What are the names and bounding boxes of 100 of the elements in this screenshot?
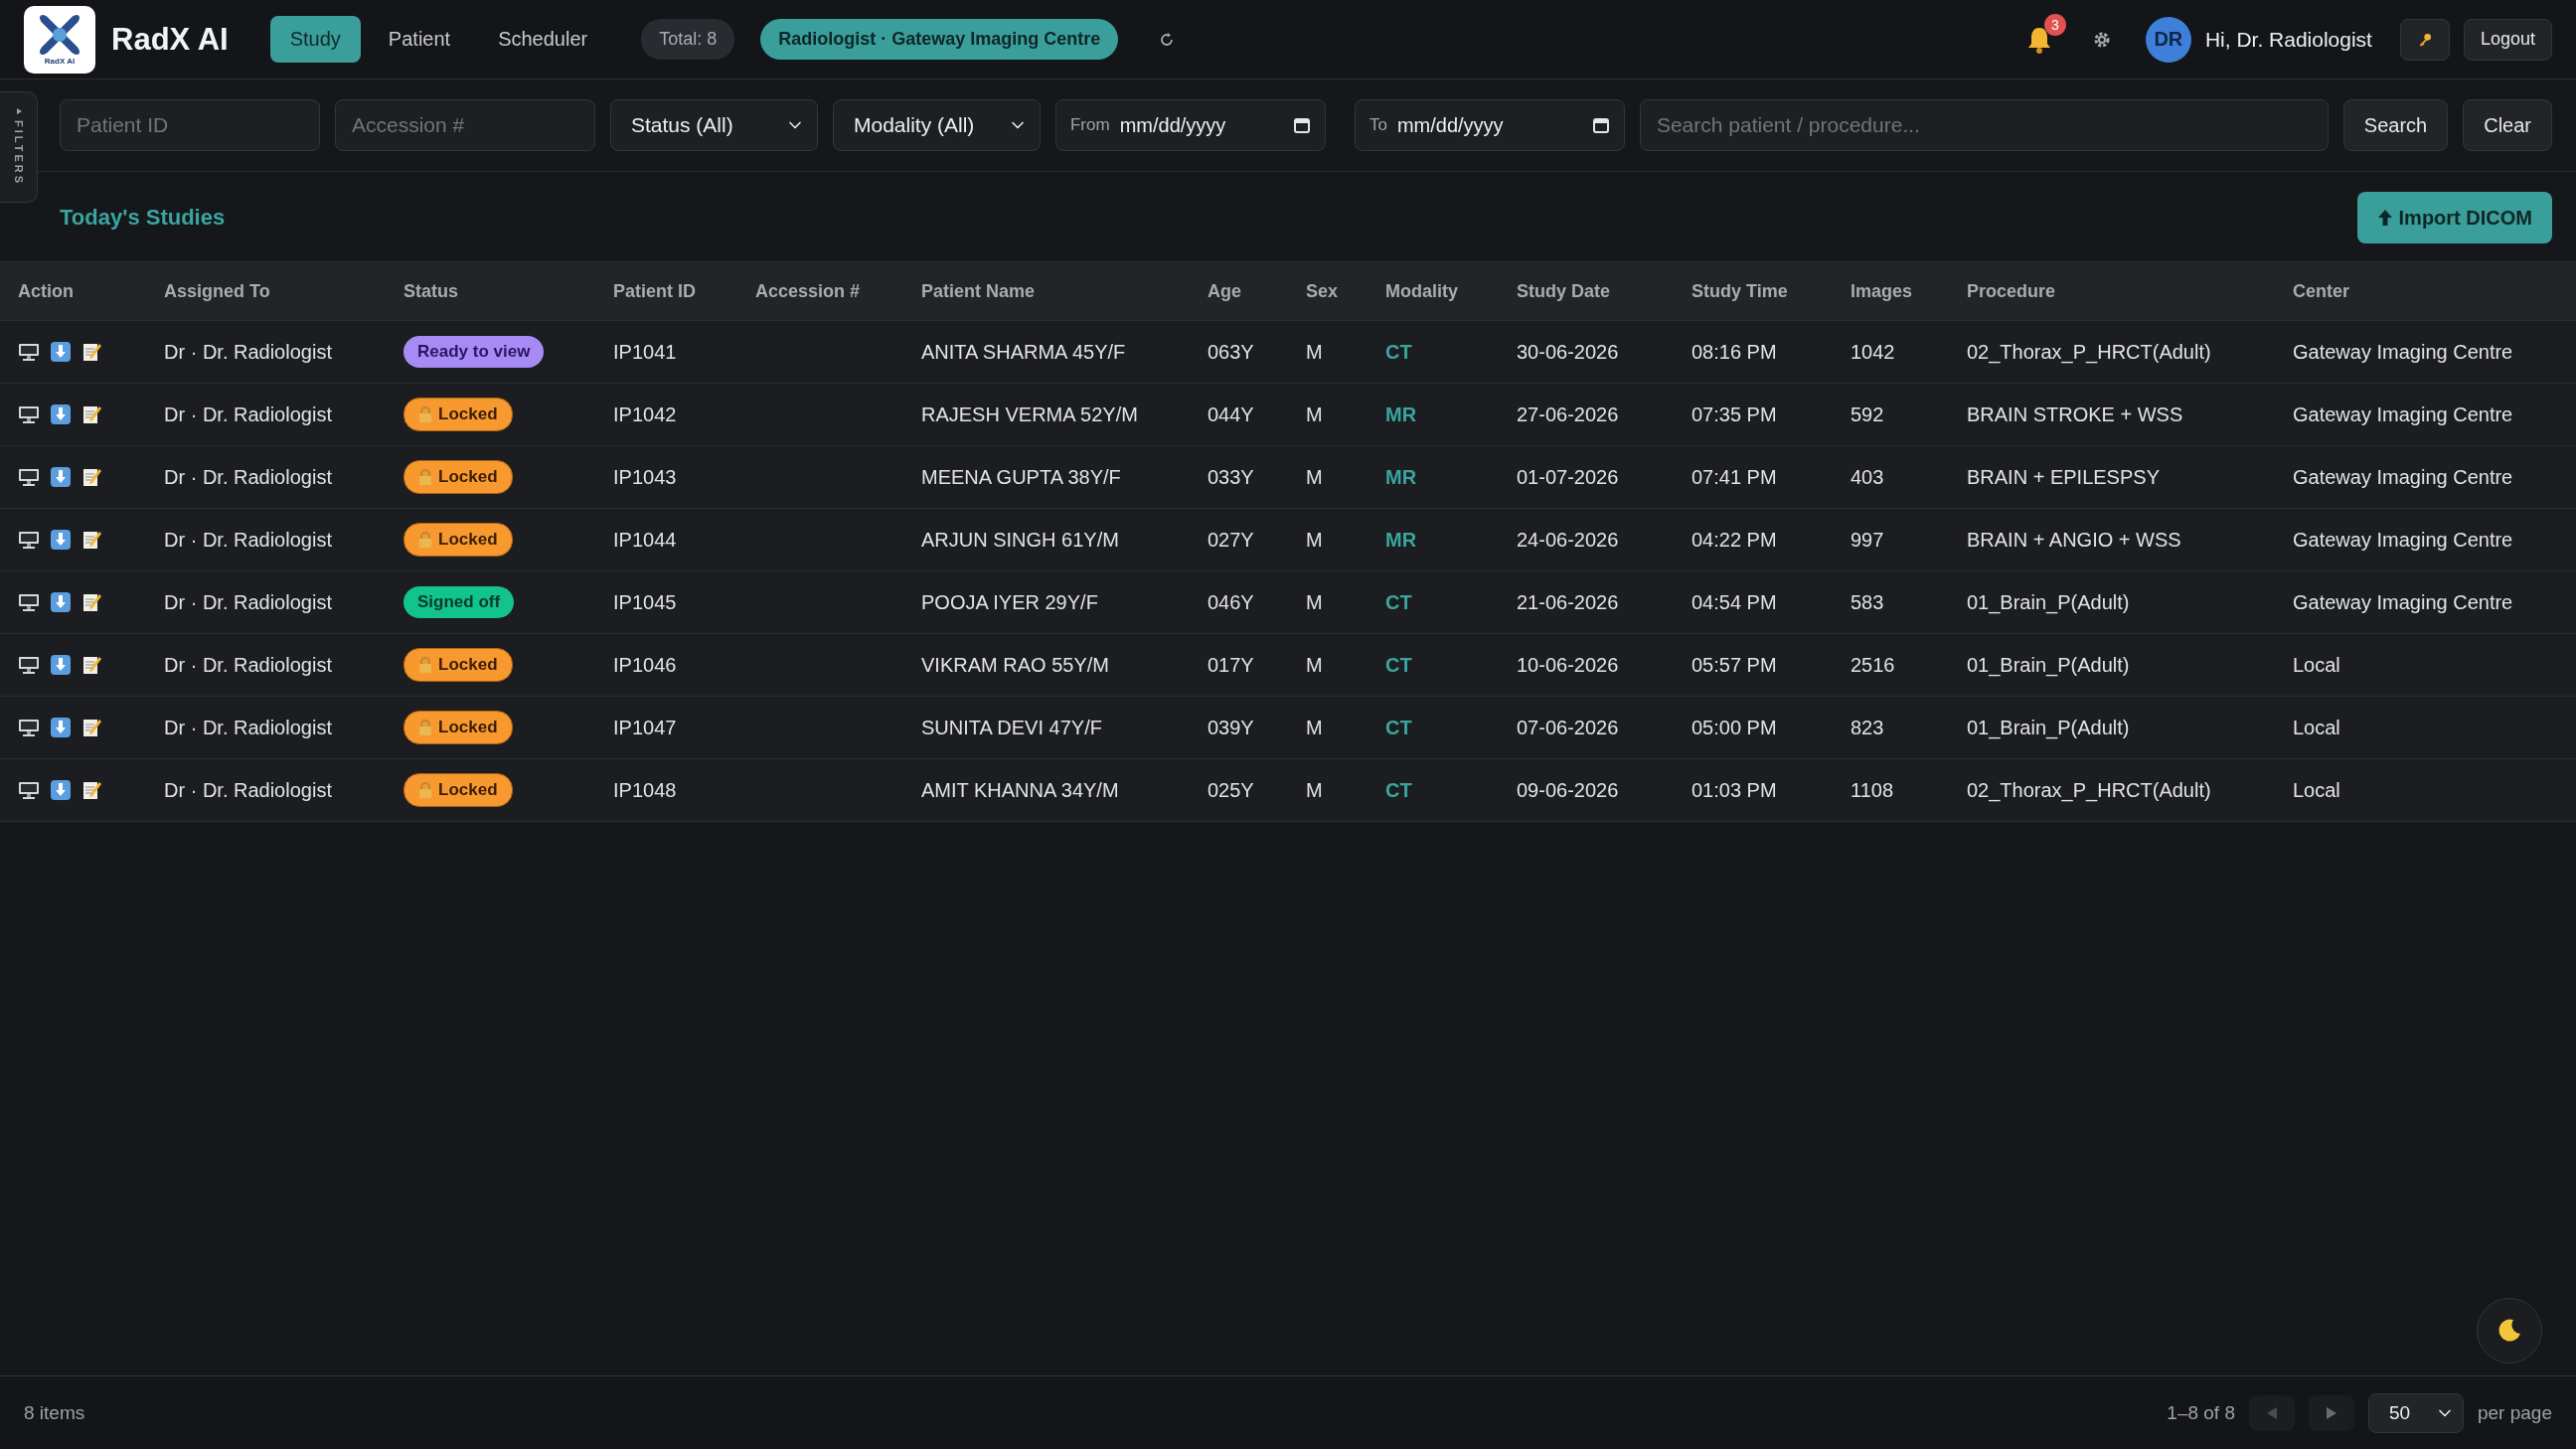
monitor-icon[interactable]	[18, 718, 40, 737]
modality-label: CT	[1385, 716, 1413, 739]
table-cell-text: 10-06-2026	[1517, 653, 1620, 677]
next-page-button[interactable]	[2309, 1394, 2354, 1431]
table-cell-text: Dr · Dr. Radiologist	[164, 340, 333, 364]
table-cell-text: 21-06-2026	[1517, 590, 1620, 614]
status-select[interactable]: Status (All)	[610, 99, 818, 151]
table-row[interactable]: Dr · Dr. Radiologist Signed off IP1045 POOJA IYER 29Y/F 046Y M CT 21-06-2026 04:54 PM 583 01_Brain_P(Adult) Gateway Imaging Centre	[0, 571, 2576, 634]
memo-icon[interactable]	[81, 779, 101, 801]
column-header: Sex	[1306, 280, 1340, 302]
table-cell-text: 01_Brain_P(Adult)	[1967, 590, 2131, 614]
table-cell-text: 01-07-2026	[1517, 465, 1620, 489]
table-cell-text: MEENA GUPTA 38Y/F	[921, 465, 1122, 489]
clear-button[interactable]: Clear	[2463, 99, 2552, 151]
table-cell-text: Dr · Dr. Radiologist	[164, 716, 333, 739]
monitor-icon[interactable]	[18, 780, 40, 800]
logout-button[interactable]: Logout	[2463, 18, 2552, 61]
monitor-icon[interactable]	[18, 404, 40, 424]
lock-icon	[418, 469, 432, 485]
column-header: Status	[403, 280, 459, 302]
patient-id-field[interactable]: Patient ID	[60, 99, 320, 151]
download-icon[interactable]	[50, 717, 72, 738]
accession-field[interactable]: Accession #	[335, 99, 595, 151]
memo-icon[interactable]	[81, 466, 101, 488]
monitor-icon[interactable]	[18, 342, 40, 362]
table-row[interactable]: Dr · Dr. Radiologist Ready to view IP1041 ANITA SHARMA 45Y/F 063Y M CT 30-06-2026 08:16 PM 1042 02_Thorax_P_HRCT(Adult) Gateway Imaging Centre	[0, 321, 2576, 384]
nav-tab[interactable]: Study	[269, 16, 361, 63]
table-cell-text: 033Y	[1208, 465, 1255, 489]
table-cell-text: IP1041	[613, 340, 678, 364]
table-cell-text: Dr · Dr. Radiologist	[164, 590, 333, 614]
table-row[interactable]: Dr · Dr. Radiologist Locked IP1048 AMIT KHANNA 34Y/M 025Y M CT 09-06-2026 01:03 PM 1108 02_Thorax_P_HRCT(Adult) Local	[0, 759, 2576, 822]
memo-icon[interactable]	[81, 717, 101, 738]
download-icon[interactable]	[50, 341, 72, 363]
table-row[interactable]: Dr · Dr. Radiologist Locked IP1043 MEENA GUPTA 38Y/F 033Y M MR 01-07-2026 07:41 PM 403 BRAIN + EPILESPSY Gateway Imaging Centre	[0, 446, 2576, 509]
modality-label: MR	[1385, 528, 1418, 552]
table-cell-text: 046Y	[1208, 590, 1255, 614]
memo-icon[interactable]	[81, 529, 101, 551]
table-cell-text: 02_Thorax_P_HRCT(Adult)	[1967, 340, 2212, 364]
table-cell-text: Local	[2293, 653, 2341, 677]
monitor-icon[interactable]	[18, 530, 40, 550]
nav-tab[interactable]: Patient	[368, 16, 471, 63]
table-cell-text: VIKRAM RAO 55Y/M	[921, 653, 1110, 677]
column-header: Age	[1208, 280, 1242, 302]
table-cell-text: BRAIN + EPILESPSY	[1967, 465, 2161, 489]
filters-tab[interactable]: FILTERS	[0, 91, 38, 203]
table-cell-text: M	[1306, 465, 1324, 489]
notification-count: 3	[2043, 13, 2066, 36]
modality-select[interactable]: Modality (All)	[833, 99, 1041, 151]
table-cell-text: 823	[1851, 716, 1885, 739]
table-cell-text: Local	[2293, 716, 2341, 739]
monitor-icon[interactable]	[18, 655, 40, 675]
table-cell-text: Dr · Dr. Radiologist	[164, 465, 333, 489]
table-cell-text: IP1047	[613, 716, 678, 739]
table-row[interactable]: Dr · Dr. Radiologist Locked IP1047 SUNITA DEVI 47Y/F 039Y M CT 07-06-2026 05:00 PM 823 01_Brain_P(Adult) Local	[0, 697, 2576, 759]
search-field[interactable]: Search patient / procedure...	[1639, 99, 2329, 151]
table-cell-text: 05:00 PM	[1691, 716, 1778, 739]
table-cell-text: ANITA SHARMA 45Y/F	[921, 340, 1127, 364]
column-header: Images	[1851, 280, 1914, 302]
status-badge: Locked	[403, 398, 513, 431]
lock-icon	[418, 657, 432, 673]
table-cell-text: IP1048	[613, 778, 678, 802]
table-row[interactable]: Dr · Dr. Radiologist Locked IP1046 VIKRAM RAO 55Y/M 017Y M CT 10-06-2026 05:57 PM 2516 01_Brain_P(Adult) Local	[0, 634, 2576, 697]
table-cell-text: 09-06-2026	[1517, 778, 1620, 802]
download-icon[interactable]	[50, 466, 72, 488]
table-row[interactable]: Dr · Dr. Radiologist Locked IP1042 RAJESH VERMA 52Y/M 044Y M MR 27-06-2026 07:35 PM 592 BRAIN STROKE + WSS Gateway Imaging Centre	[0, 384, 2576, 446]
table-cell-text: 07-06-2026	[1517, 716, 1620, 739]
table-cell-text: IP1045	[613, 590, 678, 614]
table-cell-text: M	[1306, 340, 1324, 364]
column-header: Patient Name	[921, 280, 1037, 302]
to-date-field[interactable]: To mm/dd/yyyy	[1354, 99, 1625, 151]
memo-icon[interactable]	[81, 654, 101, 676]
bell-icon[interactable]	[2025, 25, 2052, 54]
monitor-icon[interactable]	[18, 467, 40, 487]
memo-icon[interactable]	[81, 403, 101, 425]
nav-tab[interactable]: Scheduler	[478, 16, 608, 63]
download-icon[interactable]	[50, 403, 72, 425]
key-button[interactable]	[2399, 18, 2450, 61]
table-cell-text: 2516	[1851, 653, 1896, 677]
avatar[interactable]: DR	[2145, 16, 2191, 63]
download-icon[interactable]	[50, 779, 72, 801]
table-cell-text: 07:35 PM	[1691, 402, 1778, 426]
table-row[interactable]: Dr · Dr. Radiologist Locked IP1044 ARJUN SINGH 61Y/M 027Y M MR 24-06-2026 04:22 PM 997 BRAIN + ANGIO + WSS Gateway Imaging Centre	[0, 509, 2576, 571]
section-title: Today's Studies	[60, 205, 226, 231]
per-page-select[interactable]: 50	[2368, 1392, 2464, 1433]
monitor-icon[interactable]	[18, 592, 40, 612]
download-icon[interactable]	[50, 654, 72, 676]
table-cell-text: 025Y	[1208, 778, 1255, 802]
download-icon[interactable]	[50, 529, 72, 551]
from-date-field[interactable]: From mm/dd/yyyy	[1054, 99, 1326, 151]
download-icon[interactable]	[50, 591, 72, 613]
table-cell-text: M	[1306, 653, 1324, 677]
import-dicom-button[interactable]: Import DICOM	[2356, 192, 2552, 243]
memo-icon[interactable]	[81, 591, 101, 613]
memo-icon[interactable]	[81, 341, 101, 363]
table-cell-text: Gateway Imaging Centre	[2293, 402, 2514, 426]
table-cell-text: 04:22 PM	[1691, 528, 1778, 552]
search-button[interactable]: Search	[2342, 99, 2449, 151]
table-cell-text: 27-06-2026	[1517, 402, 1620, 426]
table-cell-text: M	[1306, 778, 1324, 802]
table-cell-text: 30-06-2026	[1517, 340, 1620, 364]
